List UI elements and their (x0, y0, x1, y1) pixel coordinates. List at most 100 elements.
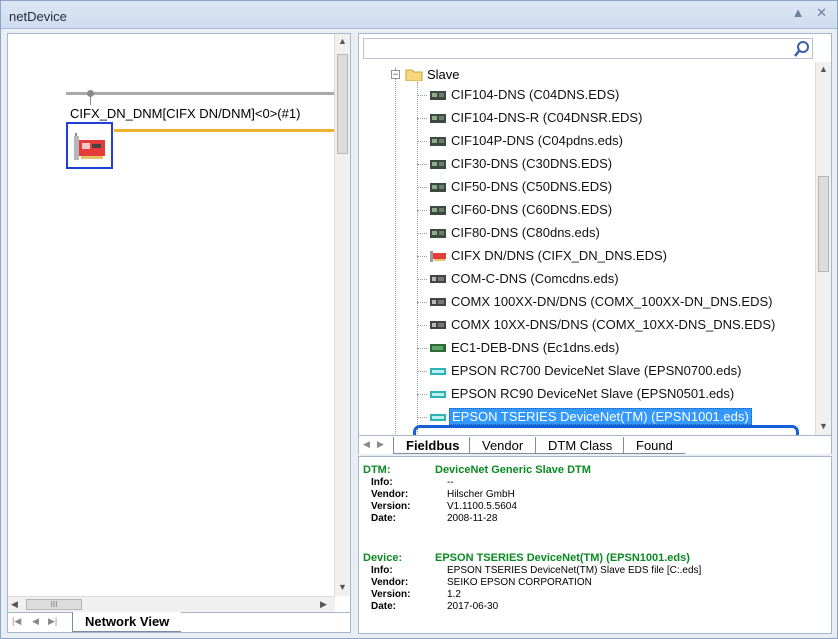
version-key: Version: (371, 589, 411, 600)
tree-guide-line (417, 95, 427, 96)
scroll-right-icon[interactable]: ▶ (320, 599, 327, 610)
tree-item-label: EPSON TSERIES DeviceNet(TM) (EPSN1001.ed… (449, 408, 752, 425)
info-key: Info: (371, 477, 393, 488)
network-tabstrip: |◀ ◀ ▶| Network View (8, 612, 350, 632)
tree-guide-line (417, 417, 427, 418)
tree-guide-line (417, 164, 427, 165)
search-button[interactable] (792, 39, 812, 58)
green-module-icon (430, 344, 446, 352)
vendor-value: SEIKO EPSON CORPORATION (447, 577, 592, 588)
scroll-thumb[interactable]: III (26, 599, 82, 610)
pin-icon[interactable]: ▲ (792, 5, 805, 20)
tab-first-icon[interactable]: |◀ (12, 616, 21, 627)
date-key: Date: (371, 513, 397, 524)
network-view-pane: CIFX_DN_DNM[CIFX DN/DNM]<0>(#1) ▲ ▼ ◀ II… (7, 33, 351, 633)
teal-device-icon (430, 368, 446, 375)
tree-guide-line (417, 210, 427, 211)
tree-guide-line (417, 348, 427, 349)
tree-guide-line (395, 68, 396, 435)
tree-item-label: EPSON RC90 DeviceNet Slave (EPSN0501.eds… (451, 386, 735, 401)
module-icon (430, 298, 446, 306)
vendor-key: Vendor: (371, 577, 409, 588)
search-icon (794, 41, 809, 57)
info-key: Info: (371, 565, 393, 576)
tree-item-label: COMX 100XX-DN/DNS (COMX_100XX-DN_DNS.EDS… (451, 294, 773, 309)
folder-icon (405, 69, 423, 81)
date-key: Date: (371, 601, 397, 612)
catalog-search (363, 38, 813, 59)
scroll-down-icon[interactable]: ▼ (819, 421, 828, 431)
vendor-key: Vendor: (371, 489, 409, 500)
version-value: V1.1100.5.5604 (447, 501, 517, 512)
scroll-down-icon[interactable]: ▼ (338, 582, 347, 592)
network-bus-line (66, 92, 335, 95)
tab-next-icon[interactable]: ▶| (48, 616, 57, 627)
catalog-tabstrip: ◀ ▶ Fieldbus Vendor DTM Class Found (359, 435, 831, 454)
date-value: 2017-06-30 (447, 601, 499, 612)
device-heading-key: Device: (363, 552, 403, 564)
pci-card-icon (74, 133, 105, 160)
tree-guide-line (417, 302, 427, 303)
scroll-thumb[interactable] (818, 176, 829, 272)
device-catalog-pane: − Slave CIF104-DNS (C04DNS.EDS) CIF104-DN… (358, 33, 832, 454)
network-horizontal-scrollbar[interactable]: ◀ III ▶ (8, 596, 335, 612)
tree-item-label: CIF104-DNS-R (C04DNSR.EDS) (451, 110, 643, 125)
tree-guide-line (417, 118, 427, 119)
tab-prev-icon[interactable]: ◀ (363, 439, 370, 450)
scroll-left-icon[interactable]: ◀ (11, 599, 18, 610)
tree-item-label: CIF104-DNS (C04DNS.EDS) (451, 87, 620, 102)
tree-guide-line (417, 325, 427, 326)
master-device-node[interactable] (66, 122, 113, 169)
device-bus-line (114, 129, 334, 132)
dtm-heading-value: DeviceNet Generic Slave DTM (435, 464, 591, 476)
tab-fieldbus[interactable]: Fieldbus (393, 437, 472, 454)
device-tree[interactable]: − Slave CIF104-DNS (C04DNS.EDS) CIF104-DN… (359, 62, 813, 435)
card-icon (430, 206, 446, 215)
tab-vendor[interactable]: Vendor (469, 437, 536, 454)
dtm-heading-key: DTM: (363, 464, 391, 476)
tab-next-icon[interactable]: ▶ (377, 439, 384, 450)
card-icon (430, 229, 446, 238)
card-icon (430, 91, 446, 100)
tab-prev-icon[interactable]: ◀ (32, 616, 39, 627)
card-icon (430, 137, 446, 146)
teal-device-icon (430, 391, 446, 398)
tree-item-label: CIF50-DNS (C50DNS.EDS) (451, 179, 613, 194)
collapse-icon[interactable]: − (391, 70, 400, 79)
tree-item-label: EC1-DEB-DNS (Ec1dns.eds) (451, 340, 620, 355)
version-key: Version: (371, 501, 411, 512)
scroll-up-icon[interactable]: ▲ (338, 36, 347, 46)
pci-card-icon (430, 251, 446, 262)
device-heading-value: EPSON TSERIES DeviceNet(TM) (EPSN1001.ed… (435, 552, 690, 564)
info-value: EPSON TSERIES DeviceNet(TM) Slave EDS fi… (447, 565, 702, 576)
tab-found[interactable]: Found (623, 437, 685, 454)
close-icon[interactable]: ✕ (816, 5, 827, 20)
scroll-thumb[interactable] (337, 54, 348, 154)
network-vertical-scrollbar[interactable]: ▲ ▼ (334, 34, 350, 596)
tree-guide-line (417, 279, 427, 280)
tree-item-label: CIF60-DNS (C60DNS.EDS) (451, 202, 613, 217)
window-title: netDevice (9, 9, 67, 24)
card-icon (430, 183, 446, 192)
tree-guide-line (417, 82, 418, 435)
vendor-value: Hilscher GmbH (447, 489, 515, 500)
card-icon (430, 114, 446, 123)
bus-connector-stem (90, 95, 91, 105)
catalog-vertical-scrollbar[interactable]: ▲ ▼ (815, 62, 831, 435)
tree-item-label: CIFX DN/DNS (CIFX_DN_DNS.EDS) (451, 248, 667, 263)
card-icon (430, 160, 446, 169)
tree-item-label: CIF30-DNS (C30DNS.EDS) (451, 156, 613, 171)
date-value: 2008-11-28 (447, 513, 498, 524)
teal-device-icon (430, 414, 446, 421)
network-canvas[interactable]: CIFX_DN_DNM[CIFX DN/DNM]<0>(#1) (8, 34, 335, 596)
title-bar: netDevice ▲ ✕ (1, 1, 837, 29)
tree-item-label: COMX 10XX-DNS/DNS (COMX_10XX-DNS_DNS.EDS… (451, 317, 776, 332)
tree-node-label: Slave (427, 67, 460, 82)
tab-network-view[interactable]: Network View (72, 612, 182, 632)
search-input[interactable] (364, 39, 784, 58)
dtm-info-pane: DTM: DeviceNet Generic Slave DTM Info: --… (358, 456, 832, 634)
tree-guide-line (417, 371, 427, 372)
scroll-up-icon[interactable]: ▲ (819, 64, 828, 74)
tab-dtm-class[interactable]: DTM Class (535, 437, 625, 454)
module-icon (430, 321, 446, 329)
